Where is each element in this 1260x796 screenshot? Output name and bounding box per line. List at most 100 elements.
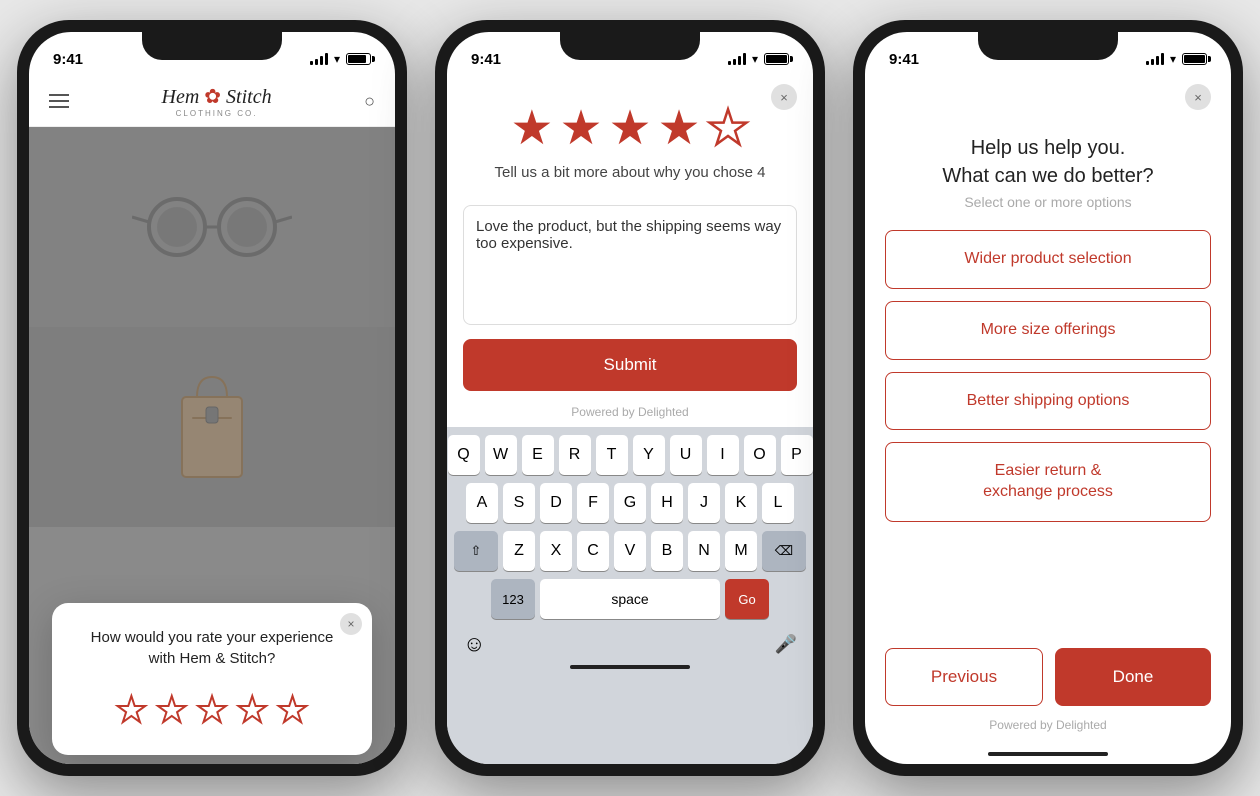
- phone1-content: Hem ✿ Stitch CLOTHING CO. ○: [29, 76, 395, 764]
- option-wider-selection[interactable]: Wider product selection: [885, 230, 1211, 289]
- key-o[interactable]: O: [744, 435, 776, 475]
- status-time-1: 9:41: [53, 51, 83, 68]
- option-return-exchange[interactable]: Easier return &exchange process: [885, 442, 1211, 522]
- key-j[interactable]: J: [688, 483, 720, 523]
- review-star-2[interactable]: ★: [559, 100, 602, 156]
- rating-modal: × How would you rate your experience wit…: [52, 603, 372, 755]
- review-star-1[interactable]: ★: [510, 100, 553, 156]
- kb-row-1: Q W E R T Y U I O P: [451, 435, 809, 475]
- key-b[interactable]: B: [651, 531, 683, 571]
- emoji-button[interactable]: ☺: [455, 627, 493, 661]
- survey-footer-buttons: Previous Done: [885, 648, 1211, 706]
- submit-button[interactable]: Submit: [463, 339, 797, 391]
- review-close-button[interactable]: ×: [771, 84, 797, 110]
- brand-name: Hem ✿ Stitch: [162, 84, 272, 109]
- phone-2: 9:41 ▾ ×: [435, 20, 825, 776]
- key-go[interactable]: Go: [725, 579, 769, 619]
- review-textarea[interactable]: Love the product, but the shipping seems…: [463, 205, 797, 325]
- brand-subtitle: CLOTHING CO.: [162, 109, 272, 118]
- key-x[interactable]: X: [540, 531, 572, 571]
- wifi-icon-1: ▾: [334, 52, 340, 66]
- modal-overlay: × How would you rate your experience wit…: [29, 127, 395, 764]
- key-d[interactable]: D: [540, 483, 572, 523]
- home-indicator-3: [988, 752, 1108, 756]
- star-5[interactable]: ★: [276, 689, 308, 731]
- key-a[interactable]: A: [466, 483, 498, 523]
- home-indicator-2: [570, 665, 690, 669]
- key-shift[interactable]: ⇧: [454, 531, 498, 571]
- kb-row-4: 123 space Go: [451, 579, 809, 619]
- stars-row: ★ ★ ★ ★ ★: [76, 689, 348, 731]
- search-icon[interactable]: ○: [364, 91, 375, 112]
- notch-1: [142, 32, 282, 60]
- wifi-icon-2: ▾: [752, 52, 758, 66]
- done-button[interactable]: Done: [1055, 648, 1211, 706]
- hamburger-icon[interactable]: [49, 94, 69, 108]
- previous-button[interactable]: Previous: [885, 648, 1043, 706]
- option-shipping[interactable]: Better shipping options: [885, 372, 1211, 431]
- survey-title: Help us help you. What can we do better?: [885, 134, 1211, 190]
- status-icons-2: ▾: [728, 52, 789, 66]
- phones-container: 9:41 ▾: [0, 0, 1260, 796]
- star-4[interactable]: ★: [236, 689, 268, 731]
- kb-row-2: A S D F G H J K L: [451, 483, 809, 523]
- app-header: Hem ✿ Stitch CLOTHING CO. ○: [29, 76, 395, 127]
- key-n[interactable]: N: [688, 531, 720, 571]
- key-h[interactable]: H: [651, 483, 683, 523]
- modal-close-button[interactable]: ×: [340, 613, 362, 635]
- powered-by-2: Powered by Delighted: [447, 405, 813, 419]
- battery-icon-1: [346, 53, 371, 65]
- review-subtitle: Tell us a bit more about why you chose 4: [467, 164, 793, 181]
- key-f[interactable]: F: [577, 483, 609, 523]
- key-e[interactable]: E: [522, 435, 554, 475]
- review-star-5[interactable]: ★: [707, 100, 750, 156]
- key-v[interactable]: V: [614, 531, 646, 571]
- key-u[interactable]: U: [670, 435, 702, 475]
- review-star-3[interactable]: ★: [608, 100, 651, 156]
- survey-powered: Powered by Delighted: [885, 718, 1211, 732]
- key-q[interactable]: Q: [448, 435, 480, 475]
- key-c[interactable]: C: [577, 531, 609, 571]
- key-s[interactable]: S: [503, 483, 535, 523]
- phone-3: 9:41 ▾ × Help us hel: [853, 20, 1243, 776]
- star-2[interactable]: ★: [156, 689, 188, 731]
- key-w[interactable]: W: [485, 435, 517, 475]
- survey-close-button[interactable]: ×: [1185, 84, 1211, 110]
- kb-row-special: ☺ 🎤: [451, 627, 809, 661]
- app-body: × How would you rate your experience wit…: [29, 127, 395, 764]
- phone2-content: × ★ ★ ★ ★ ★ Tell us a bit more about why…: [447, 76, 813, 764]
- option-size-offerings[interactable]: More size offerings: [885, 301, 1211, 360]
- wifi-icon-3: ▾: [1170, 52, 1176, 66]
- star-3[interactable]: ★: [196, 689, 228, 731]
- keyboard: Q W E R T Y U I O P A S D: [447, 427, 813, 764]
- survey-select-label: Select one or more options: [885, 194, 1211, 210]
- key-space[interactable]: space: [540, 579, 720, 619]
- key-t[interactable]: T: [596, 435, 628, 475]
- key-l[interactable]: L: [762, 483, 794, 523]
- survey-title-line1: Help us help you.: [971, 137, 1126, 159]
- key-g[interactable]: G: [614, 483, 646, 523]
- review-stars: ★ ★ ★ ★ ★: [467, 84, 793, 164]
- key-y[interactable]: Y: [633, 435, 665, 475]
- key-i[interactable]: I: [707, 435, 739, 475]
- key-123[interactable]: 123: [491, 579, 535, 619]
- phone3-content: × Help us help you. What can we do bette…: [865, 76, 1231, 764]
- signal-icon-3: [1146, 53, 1164, 65]
- review-header: × ★ ★ ★ ★ ★ Tell us a bit more about why…: [447, 76, 813, 205]
- notch-3: [978, 32, 1118, 60]
- key-k[interactable]: K: [725, 483, 757, 523]
- survey-spacer: [885, 534, 1211, 648]
- key-delete[interactable]: ⌫: [762, 531, 806, 571]
- key-r[interactable]: R: [559, 435, 591, 475]
- status-icons-3: ▾: [1146, 52, 1207, 66]
- review-star-4[interactable]: ★: [658, 100, 701, 156]
- mic-button[interactable]: 🎤: [767, 627, 805, 661]
- key-p[interactable]: P: [781, 435, 813, 475]
- key-z[interactable]: Z: [503, 531, 535, 571]
- star-1[interactable]: ★: [115, 689, 147, 731]
- key-m[interactable]: M: [725, 531, 757, 571]
- modal-question: How would you rate your experience with …: [76, 627, 348, 669]
- signal-icon-2: [728, 53, 746, 65]
- notch-2: [560, 32, 700, 60]
- signal-icon-1: [310, 53, 328, 65]
